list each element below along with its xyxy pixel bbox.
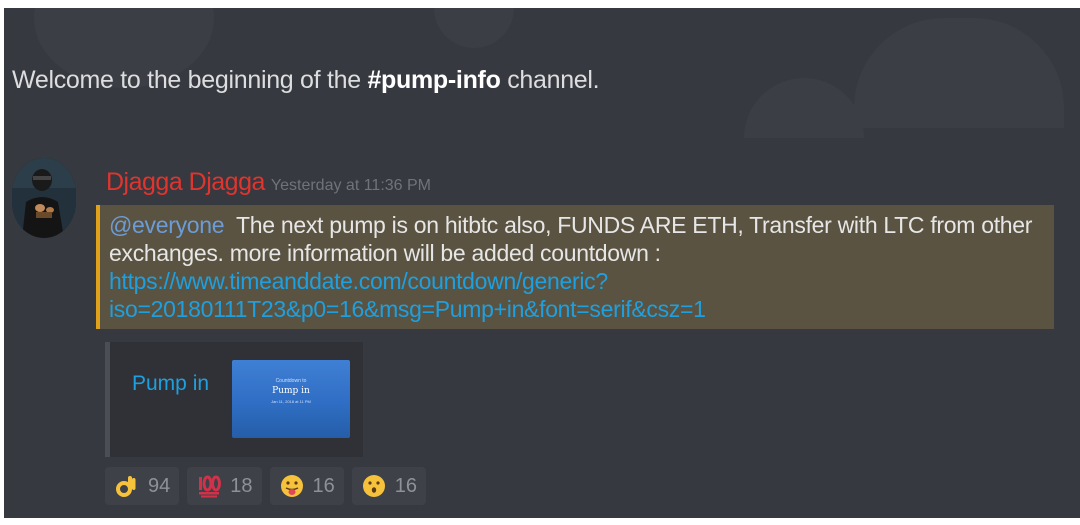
ok-hand-icon: [115, 474, 139, 498]
reaction-count: 16: [312, 474, 335, 497]
reaction-ok-hand[interactable]: 94: [105, 467, 180, 505]
everyone-mention[interactable]: @everyone: [109, 212, 225, 238]
channel-name[interactable]: #pump-info: [367, 66, 500, 94]
reaction-count: 16: [394, 474, 417, 497]
message-content: The next pump is on hitbtc also, FUNDS A…: [109, 212, 1039, 266]
thumb-title: Pump in: [272, 386, 310, 396]
reaction-bar: 94 18 16 16: [105, 467, 434, 505]
link-line-1: https://www.timeanddate.com/countdown/ge…: [109, 268, 608, 294]
message-body: @everyone The next pump is on hitbtc als…: [96, 205, 1054, 329]
tongue-face-icon: [280, 474, 304, 498]
avatar[interactable]: [12, 158, 76, 238]
channel-view: Welcome to the beginning of the #pump-in…: [4, 8, 1080, 518]
background-decoration: [744, 78, 864, 138]
reaction-hundred[interactable]: 18: [187, 467, 262, 505]
embed-thumbnail[interactable]: Countdown to Pump in Jan 11, 2018 at 11 …: [232, 360, 350, 438]
reaction-count: 94: [148, 474, 171, 497]
reaction-tongue-face[interactable]: 16: [269, 467, 344, 505]
welcome-prefix: Welcome to the beginning of the: [12, 66, 368, 94]
message-timestamp: Yesterday at 11:36 PM: [270, 177, 432, 194]
welcome-suffix: channel.: [500, 66, 600, 94]
kissing-face-icon: [362, 474, 386, 498]
thumb-caption: Countdown to: [275, 378, 307, 384]
message-text: @everyone The next pump is on hitbtc als…: [109, 211, 1054, 323]
thumb-date: Jan 11, 2018 at 11 PM: [271, 399, 311, 404]
message-header: Djagga Djagga Yesterday at 11:36 PM: [106, 168, 431, 197]
embed-title[interactable]: Pump in: [132, 372, 209, 396]
author-name[interactable]: Djagga Djagga: [106, 168, 265, 196]
reaction-count: 18: [230, 474, 253, 497]
background-decoration: [434, 8, 514, 48]
link-embed[interactable]: Pump in Countdown to Pump in Jan 11, 201…: [105, 342, 363, 457]
hundred-points-icon: [197, 474, 222, 498]
channel-welcome-text: Welcome to the beginning of the #pump-in…: [12, 66, 600, 95]
countdown-link[interactable]: https://www.timeanddate.com/countdown/ge…: [109, 268, 706, 322]
reaction-kissing-face[interactable]: 16: [351, 467, 426, 505]
link-line-2: iso=20180111T23&p0=16&msg=Pump+in&font=s…: [109, 296, 706, 322]
background-decoration: [854, 18, 1064, 128]
